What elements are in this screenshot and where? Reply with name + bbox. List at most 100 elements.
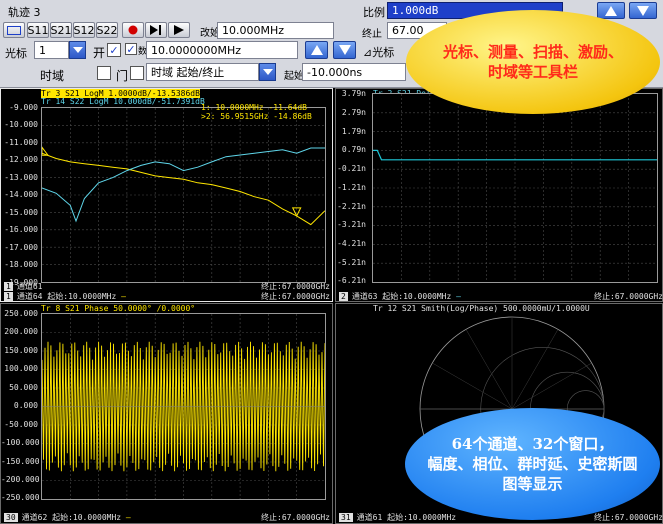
ytick: -5.21n bbox=[337, 258, 366, 267]
arrow-down-icon bbox=[637, 5, 649, 16]
arrow-up-icon bbox=[310, 45, 323, 55]
gate-checkbox[interactable] bbox=[130, 66, 144, 80]
panel-trace-delay[interactable]: Tr 2 S21 Delay 3.79n 2.79n 1.79n 0.79n -… bbox=[335, 88, 663, 302]
display-mode-button[interactable] bbox=[3, 22, 25, 38]
plot-area-phase[interactable] bbox=[41, 313, 326, 500]
arrow-down-icon bbox=[338, 45, 351, 55]
row1-field-input[interactable]: 10.000MHz bbox=[217, 22, 334, 39]
channel-footer: 30 通道62 起始:10.0000MHz — bbox=[4, 513, 131, 522]
trace-s22-title: Tr 14 S22 LogM 10.000dB/-51.7391dB bbox=[41, 97, 205, 106]
stop-freq: 终止:67.0000GHz bbox=[594, 292, 663, 301]
ytick: -4.21n bbox=[337, 239, 366, 248]
timedomain-label: 时域 bbox=[40, 69, 65, 83]
play-icon bbox=[174, 25, 184, 35]
delay-chart bbox=[373, 94, 657, 282]
marker-up-button[interactable] bbox=[305, 41, 328, 59]
ytick: 200.000 bbox=[4, 327, 38, 336]
tab-s11[interactable]: S11 bbox=[27, 22, 49, 38]
ytick: 150.000 bbox=[4, 346, 38, 355]
trace-smith-title: Tr 12 S21 Smith(Log/Phase) 500.0000mU/1.… bbox=[373, 304, 590, 313]
display-callout: 64个通道、32个窗口， 幅度、相位、群时延、史密斯圆 图等显示 bbox=[405, 408, 660, 520]
plot-area-logmag[interactable] bbox=[41, 107, 326, 283]
plot-area-delay[interactable] bbox=[372, 93, 658, 283]
ytick: -15.000 bbox=[4, 208, 38, 217]
marker-on-checkbox[interactable]: ✓ bbox=[107, 43, 121, 57]
marker-dropdown-button[interactable] bbox=[69, 41, 86, 59]
start-label: 起始 bbox=[284, 71, 304, 82]
marker-label: 光标 bbox=[5, 47, 27, 60]
marker-frequency-input[interactable]: 10.0000000MHz bbox=[146, 41, 298, 59]
scale-down-button[interactable] bbox=[629, 2, 657, 19]
ytick: -16.000 bbox=[4, 225, 38, 234]
timedomain-checkbox[interactable] bbox=[97, 66, 111, 80]
ytick: -12.000 bbox=[4, 155, 38, 164]
marker-select[interactable]: 1 bbox=[34, 41, 69, 59]
ytick: -6.21n bbox=[337, 276, 366, 285]
panel-trace-logmag[interactable]: Tr 3 S21 LogM 1.0000dB/-13.5386dB Tr 14 … bbox=[0, 88, 333, 302]
smith-radial-line bbox=[465, 329, 513, 410]
marker2-readout: >2: 56.9515GHz -14.86dB bbox=[201, 112, 312, 121]
timedomain-dropdown-button[interactable] bbox=[259, 63, 276, 81]
marker-right-label: ⊿光标 bbox=[363, 46, 395, 59]
ytick: -11.000 bbox=[4, 138, 38, 147]
record-icon bbox=[128, 25, 138, 35]
logmag-chart bbox=[42, 108, 325, 282]
ytick: 250.000 bbox=[4, 309, 38, 318]
marker1-readout: 1: 10.0000MHz -11.64dB bbox=[201, 103, 307, 112]
timedomain-select[interactable]: 时域 起始/终止 bbox=[146, 63, 259, 81]
stop-label: 终止 bbox=[362, 29, 382, 40]
ytick: -14.000 bbox=[4, 190, 38, 199]
data-checkbox[interactable]: ✓ bbox=[125, 43, 137, 56]
toolbar-callout: 光标、测量、扫描、激励、 时域等工具栏 bbox=[406, 10, 660, 114]
window-title: 轨迹 3 bbox=[8, 6, 41, 19]
record-button[interactable] bbox=[122, 22, 144, 38]
tab-s22[interactable]: S22 bbox=[96, 22, 118, 38]
ytick: -50.000 bbox=[4, 420, 38, 429]
stop-freq: 终止:67.0000GHz bbox=[261, 513, 330, 522]
tab-s21[interactable]: S21 bbox=[50, 22, 72, 38]
ytick: -18.000 bbox=[4, 260, 38, 269]
ytick: -13.000 bbox=[4, 173, 38, 182]
ytick: -17.000 bbox=[4, 243, 38, 252]
ytick: -10.000 bbox=[4, 120, 38, 129]
ytick: 1.79n bbox=[341, 127, 366, 136]
trace-phase-title: Tr 8 S21 Phase 50.0000° /0.0000° bbox=[41, 304, 196, 313]
ytick: -0.21n bbox=[337, 164, 366, 173]
ytick: -250.000 bbox=[1, 493, 40, 502]
ytick: 3.79n bbox=[341, 89, 366, 98]
channel-footer: 31 通道61 起始:10.0000MHz bbox=[339, 513, 457, 522]
step-button[interactable] bbox=[145, 22, 167, 38]
stop-freq: 终止:67.0000GHz bbox=[594, 513, 663, 522]
panel-trace-phase[interactable]: Tr 8 S21 Phase 50.0000° /0.0000° 250.000… bbox=[0, 303, 333, 524]
start-input[interactable]: -10.000ns bbox=[302, 63, 406, 81]
ytick: 2.79n bbox=[341, 108, 366, 117]
stop-freq-2: 终止:67.0000GHz bbox=[261, 292, 330, 301]
play-button[interactable] bbox=[168, 22, 190, 38]
ytick: -9.000 bbox=[9, 103, 38, 112]
arrow-up-icon bbox=[605, 5, 617, 16]
ytick: 50.000 bbox=[9, 383, 38, 392]
on-label: 开 bbox=[93, 46, 106, 60]
phase-chart bbox=[42, 314, 325, 499]
scale-label: 比例 bbox=[363, 6, 385, 19]
window-icon bbox=[7, 25, 21, 35]
smith-radial-line bbox=[511, 329, 559, 410]
ytick: -2.21n bbox=[337, 202, 366, 211]
channel-footer: 2 通道63 起始:10.0000MHz — bbox=[339, 292, 461, 301]
smith-radial-line bbox=[432, 362, 513, 410]
ytick: -100.000 bbox=[1, 438, 40, 447]
ytick: 0.000 bbox=[13, 401, 38, 410]
chevron-down-icon bbox=[72, 47, 83, 53]
smith-radial-line bbox=[511, 362, 592, 410]
ytick: -1.21n bbox=[337, 183, 366, 192]
ytick: 0.79n bbox=[341, 145, 366, 154]
ytick: -150.000 bbox=[1, 457, 40, 466]
ytick: -3.21n bbox=[337, 220, 366, 229]
ytick: -200.000 bbox=[1, 475, 40, 484]
marker-down-button[interactable] bbox=[333, 41, 356, 59]
channel-footer-2: 1 通道64 起始:10.0000MHz — bbox=[4, 292, 126, 301]
scale-up-button[interactable] bbox=[597, 2, 625, 19]
tab-s12[interactable]: S12 bbox=[73, 22, 95, 38]
ytick: 100.000 bbox=[4, 364, 38, 373]
step-forward-icon bbox=[150, 25, 161, 35]
